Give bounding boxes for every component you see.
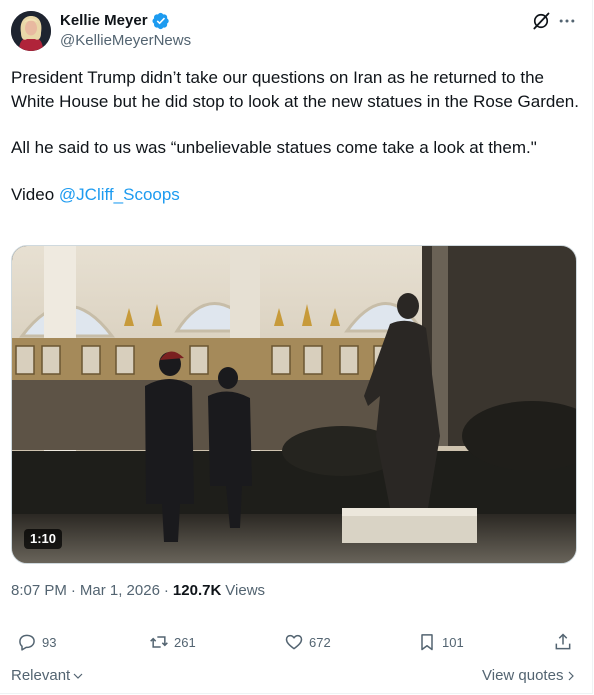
author-handle[interactable]: @KellieMeyerNews	[60, 31, 191, 51]
heart-icon	[285, 634, 303, 650]
views-label: Views	[225, 582, 266, 599]
video-prefix: Video	[11, 184, 55, 204]
video-player[interactable]: 1:10	[11, 245, 577, 564]
repost-icon	[150, 636, 168, 648]
view-quotes-label: View quotes	[482, 667, 564, 684]
repost-count: 261	[174, 634, 196, 650]
mention-link[interactable]: @JCliff_Scoops	[59, 185, 180, 204]
tweet-card: Kellie Meyer @KellieMeyerNews President …	[0, 0, 593, 694]
avatar-image	[11, 11, 51, 51]
tweet-paragraph-3: Video @JCliff_Scoops	[11, 183, 581, 207]
tweet-meta: 8:07 PM · Mar 1, 2026 · 120.7K Views	[11, 581, 265, 601]
sort-label: Relevant	[11, 667, 71, 684]
tweet-time[interactable]: 8:07 PM	[11, 581, 67, 601]
bookmark-button[interactable]: 101	[417, 632, 464, 652]
tweet-date[interactable]: Mar 1, 2026	[80, 581, 160, 601]
like-button[interactable]: 672	[284, 632, 331, 652]
meta-separator-2: ·	[163, 582, 169, 599]
author-name-row[interactable]: Kellie Meyer	[60, 11, 170, 31]
reply-icon	[19, 634, 35, 651]
action-bar: 93 261 672 101	[0, 632, 594, 654]
grok-icon[interactable]	[531, 11, 551, 31]
video-duration: 1:10	[24, 529, 63, 549]
meta-separator: ·	[70, 582, 76, 599]
reply-count: 93	[42, 634, 57, 650]
author-name[interactable]: Kellie Meyer	[60, 11, 148, 31]
verified-badge-icon	[152, 12, 169, 30]
views-count: 120.7K	[172, 582, 222, 599]
sort-relevant-dropdown[interactable]: Relevant	[11, 666, 84, 686]
view-quotes-link[interactable]: View quotes	[482, 666, 577, 686]
reply-button[interactable]: 93	[17, 632, 56, 652]
video-thumbnail	[12, 246, 576, 563]
more-icon[interactable]	[557, 11, 577, 31]
share-icon	[555, 633, 571, 650]
repost-button[interactable]: 261	[149, 632, 196, 652]
tweet-text: President Trump didn’t take our question…	[11, 66, 581, 206]
share-button[interactable]	[553, 632, 573, 652]
bookmark-icon	[421, 634, 433, 651]
tweet-paragraph-2: All he said to us was “unbelievable stat…	[11, 138, 537, 157]
tweet-paragraph-1: President Trump didn’t take our question…	[11, 68, 579, 111]
avatar[interactable]	[11, 11, 51, 51]
chevron-right-icon	[569, 671, 575, 681]
like-count: 672	[309, 634, 331, 650]
bookmark-count: 101	[442, 634, 464, 650]
chevron-down-icon	[73, 673, 83, 679]
